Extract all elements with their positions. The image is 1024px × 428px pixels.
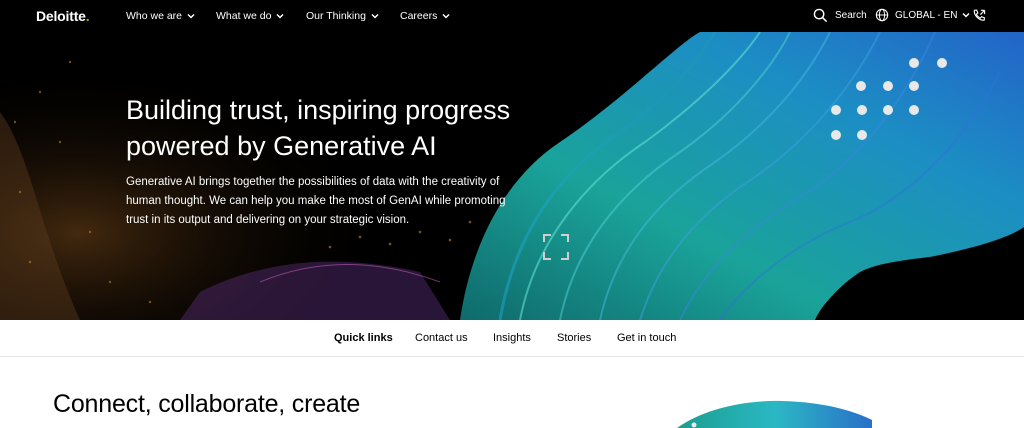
section-heading: Connect, collaborate, create (53, 390, 361, 418)
nav-item-our-thinking[interactable]: Our Thinking (306, 10, 380, 22)
search-label: Search (835, 10, 867, 21)
quick-links-label: Quick links (334, 332, 393, 344)
quick-links-bar: Quick links Contact us Insights Stories … (0, 320, 1024, 357)
region-label: GLOBAL - EN (895, 9, 958, 21)
region-selector[interactable]: GLOBAL - EN (875, 8, 971, 22)
chevron-down-icon (276, 13, 284, 19)
top-navigation: Deloitte. Who we are What we do Our Thin… (0, 0, 1024, 32)
chevron-down-icon (371, 13, 379, 19)
chevron-down-icon (187, 13, 195, 19)
chevron-down-icon (442, 13, 450, 19)
search-button[interactable]: Search (813, 8, 867, 23)
nav-item-label: What we do (216, 10, 272, 22)
chevron-down-icon (962, 12, 970, 18)
section-illustration (677, 400, 872, 428)
globe-icon (875, 8, 889, 22)
nav-item-label: Who we are (126, 10, 183, 22)
nav-item-who-we-are[interactable]: Who we are (126, 10, 196, 22)
quick-link-get-in-touch[interactable]: Get in touch (617, 332, 676, 344)
nav-item-what-we-do[interactable]: What we do (216, 10, 285, 22)
logo-text: Deloitte (36, 8, 86, 24)
nav-item-label: Careers (400, 10, 438, 22)
nav-item-careers[interactable]: Careers (400, 10, 451, 22)
expand-icon[interactable] (543, 234, 569, 260)
nav-item-label: Our Thinking (306, 10, 366, 22)
deloitte-logo[interactable]: Deloitte. (36, 8, 90, 24)
search-icon (813, 8, 828, 23)
quick-link-insights[interactable]: Insights (493, 332, 531, 344)
hero-banner: Building trust, inspiring progress power… (0, 32, 1024, 320)
quick-link-contact-us[interactable]: Contact us (415, 332, 468, 344)
phone-icon (973, 9, 986, 21)
contact-button[interactable] (971, 8, 987, 23)
quick-link-stories[interactable]: Stories (557, 332, 591, 344)
hero-description: Generative AI brings together the possib… (126, 176, 506, 226)
hero-title: Building trust, inspiring progress power… (126, 95, 511, 161)
logo-dot: . (85, 8, 90, 24)
